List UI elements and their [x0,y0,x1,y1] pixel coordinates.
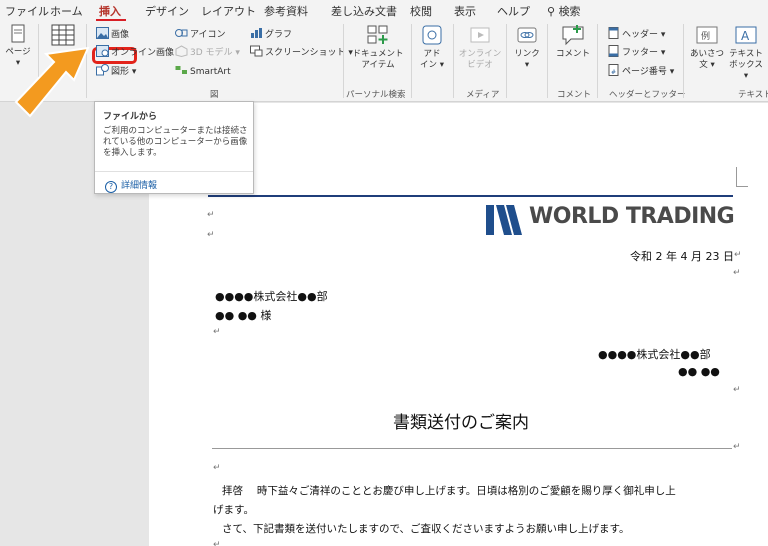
paragraph-mark: ↵ [213,327,221,337]
sender-company: ●●●●株式会社●●部 [598,348,711,361]
search-label: 検索 [558,5,581,18]
pointer-arrow-icon [14,46,90,118]
online-picture-button[interactable]: オンライン画像 [96,45,174,60]
online-picture-icon [96,45,109,57]
group-label-illustrations: 図 [210,90,219,100]
svg-text:#: # [611,69,616,76]
page-number-button[interactable]: # ページ番号 ▾ [607,64,674,79]
comment-button[interactable]: コメント [554,24,592,60]
help-icon: ? [105,181,117,193]
table-icon [51,24,75,46]
letter-title: 書類送付のご案内 [393,413,529,433]
textbox-button[interactable]: A テキスト ボックス ▾ [726,24,766,82]
picture-tooltip: ファイルから ご利用のコンピューターまたは接続されている他のコンピューターから画… [94,101,254,194]
smartart-icon [175,66,187,74]
group-label-personal-search: パーソナル検索 [346,90,406,100]
body-line-3: さて、下記書類を送付いたしますので、ご査収くださいますようお願い申し上げます。 [222,523,630,535]
title-rule [212,448,732,449]
logo-text: WORLD TRADING [529,204,735,229]
paragraph-mark: ↵ [213,540,221,546]
page-icon [11,24,25,43]
body-line-2: げます。 [213,504,254,516]
greeting-icon: 例 [696,26,718,44]
tab-insert[interactable]: 挿入 [99,3,121,19]
group-label-comment: コメント [557,90,592,100]
more-info-label: 詳細情報 [121,181,158,191]
icons-button[interactable]: アイコン [175,27,226,42]
online-video-icon [470,27,490,43]
tab-home[interactable]: ホーム [50,3,83,19]
shapes-icon [96,64,109,76]
shapes-button[interactable]: 図形 ▾ [96,64,136,79]
picture-icon [96,27,109,39]
tooltip-description: ご利用のコンピューターまたは接続されている他のコンピューターから画像を挿入します… [103,126,248,158]
search-icon: ⚲ [547,5,556,18]
3d-model-button[interactable]: 3D モデル ▾ [175,45,240,60]
svg-text:A: A [741,29,750,43]
tab-view[interactable]: 表示 [454,3,476,19]
cube-icon [175,45,188,57]
document-item-button[interactable]: ドキュメント アイテム [350,24,406,71]
tooltip-title: ファイルから [103,112,158,122]
textbox-icon: A [735,26,757,44]
page-number-icon: # [608,64,619,76]
tab-help[interactable]: ヘルプ [497,3,530,19]
footer-icon [608,45,619,57]
greeting-button[interactable]: 例 あいさつ文 ▾ [688,24,726,71]
group-label-media: メディア [466,90,500,100]
svg-text:例: 例 [701,30,710,42]
group-label-text: テキスト [738,90,768,100]
tab-mailings[interactable]: 差し込み文書 [331,3,397,19]
body-line-1: 拝啓 時下益々ご清祥のこととお慶び申し上げます。日頃は格別のご愛顧を賜り厚く御礼… [222,485,676,497]
chart-button[interactable]: グラフ [250,27,292,42]
tab-layout[interactable]: レイアウト [201,3,256,19]
addins-icon [422,25,442,45]
paragraph-mark: ↵ [733,385,741,395]
paragraph-mark: ↵ [207,210,215,220]
tooltip-more-info-link[interactable]: ? 詳細情報 [105,178,157,193]
online-video-button[interactable]: オンライン ビデオ [458,24,502,71]
world-trading-logo [486,205,522,235]
addins-button[interactable]: アド イン ▾ [416,24,448,71]
screenshot-button[interactable]: スクリーンショット ▾ [250,45,353,60]
group-label-header-footer: ヘッダーとフッター [609,90,686,100]
header-rule [208,195,733,197]
link-icon [517,27,537,43]
link-button[interactable]: リンク ▾ [512,24,542,71]
paragraph-mark: ↵ [213,463,221,473]
sender-name: ●● ●● [678,365,720,378]
paragraph-mark: ↵ [734,250,742,260]
screenshot-icon [250,45,263,57]
paragraph-mark: ↵ [207,230,215,240]
margin-corner-mark [736,167,748,187]
comment-icon [562,25,584,46]
recipient-company: ●●●●株式会社●●部 [215,290,328,303]
header-icon [608,27,619,39]
tooltip-divider [95,171,253,172]
active-tab-underline [96,19,126,21]
recipient-name: ●● ●● 様 [215,309,272,322]
paragraph-mark: ↵ [733,268,741,278]
header-button[interactable]: ヘッダー ▾ [607,27,665,42]
tab-references[interactable]: 参考資料 [264,3,308,19]
paragraph-mark: ↵ [733,442,741,452]
footer-button[interactable]: フッター ▾ [607,45,665,60]
icons-icon [175,29,188,37]
smartart-button[interactable]: SmartArt [175,64,231,79]
menu-bar: ファイル ホーム 挿入 デザイン レイアウト 参考資料 差し込み文書 校閲 表示… [0,0,768,22]
document-item-icon [367,25,388,44]
letter-date: 令和 2 年 4 月 23 日 [630,250,734,263]
search-box[interactable]: ⚲ 検索 [547,3,581,19]
chart-icon [251,28,262,38]
tab-file[interactable]: ファイル [5,3,49,19]
picture-button[interactable]: 画像 [96,27,129,42]
tab-review[interactable]: 校閲 [410,3,432,19]
ribbon: ページ ▾ 画像 オンライン画像 図形 ▾ アイコン 3D モデル ▾ Smar… [0,22,768,102]
tab-design[interactable]: デザイン [145,3,189,19]
